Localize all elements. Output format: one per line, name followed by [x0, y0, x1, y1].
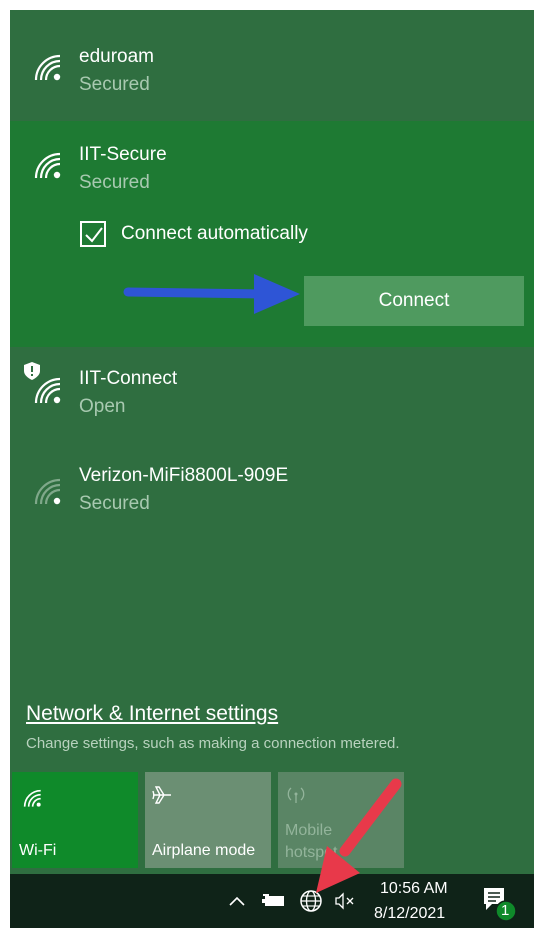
wifi-signal-icon: [32, 52, 62, 82]
wifi-tile-label: Wi-Fi: [19, 842, 57, 859]
hotspot-icon: [285, 784, 307, 811]
network-flyout: eduroam Secured IIT-Secure Secured Conne…: [10, 10, 534, 874]
network-ssid: IIT-Secure: [79, 144, 167, 165]
network-item-verizon-mifi[interactable]: Verizon-MiFi8800L-909E Secured: [10, 444, 534, 544]
clock-time[interactable]: 10:56 AM: [380, 880, 448, 898]
shield-warning-icon: [24, 362, 40, 380]
connect-automatically-checkbox[interactable]: [80, 221, 106, 247]
network-status: Secured: [79, 74, 150, 95]
taskbar: 10:56 AM 8/12/2021 1: [10, 874, 534, 928]
network-ssid: eduroam: [79, 46, 154, 67]
network-item-iit-connect[interactable]: IIT-Connect Open: [10, 347, 534, 444]
speaker-muted-icon[interactable]: [334, 892, 356, 915]
airplane-icon: [151, 784, 173, 811]
wifi-icon: [22, 788, 42, 813]
network-status: Open: [79, 396, 126, 417]
network-ssid: Verizon-MiFi8800L-909E: [79, 465, 289, 486]
clock-date[interactable]: 8/12/2021: [374, 905, 445, 923]
network-internet-settings-link[interactable]: Network & Internet settings: [26, 702, 278, 726]
checkmark-icon: [85, 227, 103, 243]
wifi-toggle-tile[interactable]: Wi-Fi: [12, 772, 138, 868]
wifi-signal-weak-icon: [32, 476, 62, 506]
notification-icon[interactable]: 1: [482, 886, 518, 929]
settings-description: Change settings, such as making a connec…: [26, 735, 400, 752]
network-ssid: IIT-Connect: [79, 368, 178, 389]
hotspot-label-line2: hotspot: [285, 844, 338, 861]
globe-network-icon[interactable]: [298, 888, 324, 919]
network-item-eduroam[interactable]: eduroam Secured: [10, 10, 534, 121]
battery-icon[interactable]: [262, 894, 286, 913]
network-status: Secured: [79, 172, 150, 193]
connect-button[interactable]: Connect: [304, 276, 524, 326]
airplane-mode-tile[interactable]: Airplane mode: [145, 772, 271, 868]
hotspot-label-line1: Mobile: [285, 822, 333, 839]
wifi-signal-icon: [32, 150, 62, 180]
connect-automatically-label: Connect automatically: [121, 223, 308, 244]
chevron-up-icon[interactable]: [228, 894, 246, 912]
hotspot-tile-label: Mobile hotspot: [285, 820, 337, 864]
airplane-tile-label: Airplane mode: [152, 842, 256, 859]
network-status: Secured: [79, 493, 150, 514]
mobile-hotspot-tile[interactable]: Mobile hotspot: [278, 772, 404, 868]
notification-count: 1: [501, 902, 510, 919]
